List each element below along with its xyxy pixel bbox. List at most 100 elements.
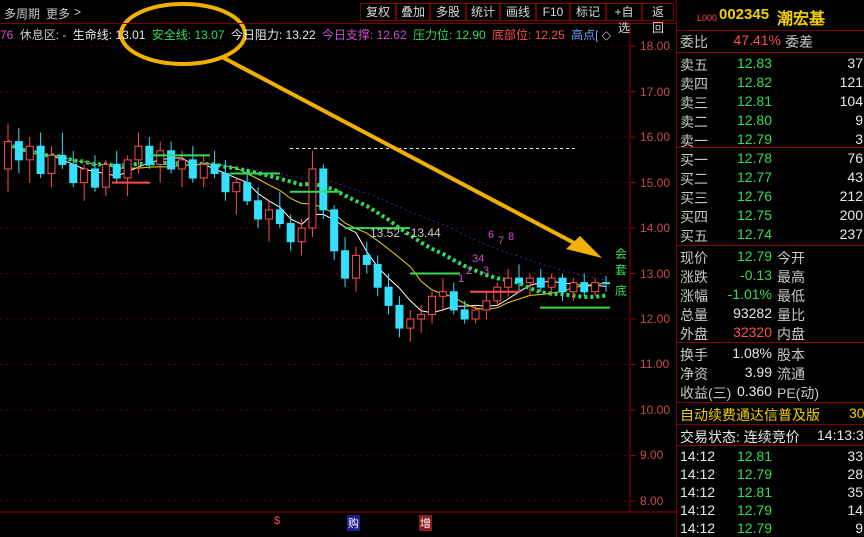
candle[interactable] [254,187,263,229]
f10-button[interactable]: F10 [536,3,570,21]
more-menu[interactable]: 更多 [46,5,70,22]
candle[interactable] [308,150,317,238]
candle[interactable] [438,278,447,310]
candle[interactable] [417,305,426,333]
fundamental-row[interactable]: 收益(三) 0.360 PE(动) [677,382,864,402]
candle[interactable] [536,269,545,292]
candle[interactable] [515,264,524,292]
mark-button[interactable]: 标记 [570,3,606,21]
ask-row[interactable]: 卖三 12.81 104 [677,92,864,112]
tick-row[interactable]: 14:12 12.79 14 [677,501,864,521]
candle[interactable] [580,273,589,297]
tick-row[interactable]: 14:12 12.79 9 [677,519,864,537]
overlay-button[interactable]: 叠加 [396,3,430,21]
statistics-button[interactable]: 统计 [466,3,500,21]
price-tick-label: 11.00 [640,357,670,372]
bid-row[interactable]: 买三 12.76 212 [677,187,864,207]
quote-row[interactable]: 涨跌 -0.13 最高 [677,266,864,286]
bid-row[interactable]: 买五 12.74 237 [677,225,864,245]
candle[interactable] [199,155,208,188]
candle[interactable] [373,255,382,297]
order-ratio-value: 47.41% [733,32,781,48]
ask-row[interactable]: 卖二 12.80 9 [677,111,864,131]
ask-volume: 37 [847,55,863,71]
ask-row[interactable]: 卖五 12.83 37 [677,54,864,74]
candlestick-series[interactable] [4,123,610,342]
candle[interactable] [264,200,273,242]
back-button[interactable]: 返回 [642,3,674,35]
candle[interactable] [188,146,197,183]
quote-row[interactable]: 外盘 32320 内盘 [677,323,864,343]
candle[interactable] [123,155,132,197]
signal-bars [112,154,610,309]
candle[interactable] [47,146,56,188]
candle[interactable] [569,278,578,301]
candle-body [308,168,317,229]
candle[interactable] [341,237,350,288]
quote-label: 总量 [680,307,708,323]
candle-body [199,163,208,179]
candle[interactable] [69,150,78,188]
promo-banner-text[interactable]: 自动续费通达信普及版 [680,405,820,425]
candle[interactable] [591,278,600,297]
candle[interactable] [558,273,567,301]
candle[interactable] [482,291,491,320]
promo-banner[interactable]: 自动续费通达信普及版 30 [677,404,864,424]
quote-row[interactable]: 涨幅 -1.01% 最低 [677,285,864,305]
diamond-icon[interactable]: ◇ [602,28,611,42]
fundamental-row[interactable]: 净资 3.99 流通 [677,363,864,383]
quote-row[interactable]: 总量 93282 量比 [677,304,864,324]
tick-row[interactable]: 14:12 12.81 33 [677,447,864,467]
candle[interactable] [275,191,284,229]
candle[interactable] [156,141,165,183]
stock-code: 002345 [719,6,770,23]
quote-row[interactable]: 现价 12.79 今开 [677,247,864,267]
candle[interactable] [134,132,143,174]
candle[interactable] [406,309,415,342]
period-selector[interactable]: 多周期 [4,5,40,22]
restore-rights-button[interactable]: 复权 [360,3,396,21]
bid-row[interactable]: 买二 12.77 43 [677,168,864,188]
candle[interactable] [90,155,99,192]
kline-plot[interactable]: 13.52 - 13.44 6 7 8 34 2 1 3 会 套 底 [0,0,676,537]
candle[interactable] [25,137,34,183]
candle[interactable] [428,291,437,324]
candle[interactable] [80,164,89,201]
candle[interactable] [384,273,393,315]
tick-row[interactable]: 14:12 12.79 28 [677,465,864,485]
candle[interactable] [602,275,610,292]
multi-stock-button[interactable]: 多股 [430,3,466,21]
candle[interactable] [210,150,219,179]
candle[interactable] [493,282,502,306]
more-arrow-icon[interactable]: > [74,5,81,19]
tick-volume: 28 [847,466,863,482]
candle[interactable] [449,282,458,315]
small-number-2: 2 [466,265,472,277]
bid-row[interactable]: 买一 12.78 76 [677,149,864,169]
candle[interactable] [297,218,306,256]
candle-body [515,277,524,284]
add-watchlist-button[interactable]: +自选 [606,3,642,35]
high-label: 高点[ [571,28,599,42]
candle[interactable] [36,132,45,179]
fundamental-row[interactable]: 换手 1.08% 股本 [677,344,864,364]
ask-row[interactable]: 卖四 12.82 121 [677,73,864,93]
candle[interactable] [395,296,404,338]
quote-value: -1.01% [727,286,772,302]
candle[interactable] [14,128,23,174]
tick-row[interactable]: 14:12 12.81 35 [677,483,864,503]
candle[interactable] [58,132,67,169]
candle[interactable] [232,178,241,215]
kline-chart-panel[interactable]: 13.52 - 13.44 6 7 8 34 2 1 3 会 套 底 多周期 更… [0,0,676,537]
draw-line-button[interactable]: 画线 [500,3,536,21]
candle[interactable] [351,246,360,292]
candle[interactable] [330,205,339,260]
candle[interactable] [101,159,110,197]
candle[interactable] [112,150,121,183]
order-ratio-row: 委比 47.41% 委差 [677,31,864,51]
candle[interactable] [4,123,12,192]
bid-row[interactable]: 买四 12.75 200 [677,206,864,226]
bottom-marker-dollar: $ [274,515,281,527]
candle[interactable] [167,141,176,174]
candle[interactable] [145,137,154,169]
